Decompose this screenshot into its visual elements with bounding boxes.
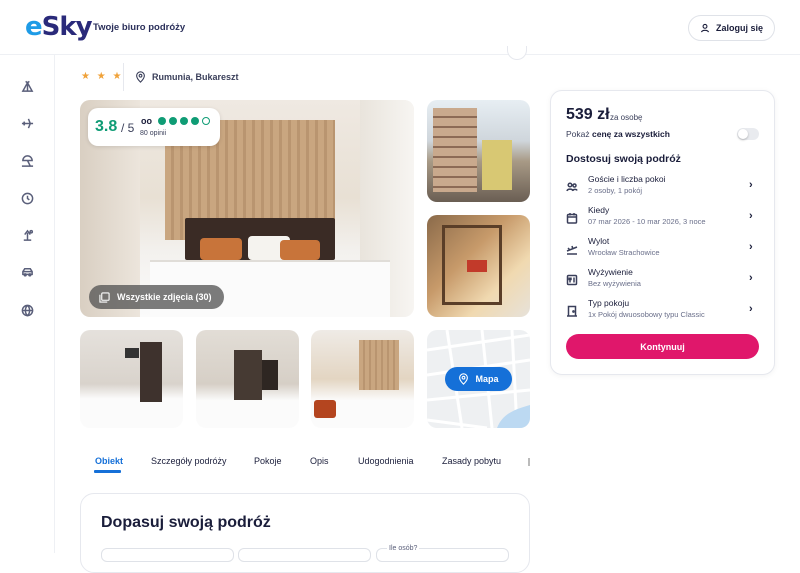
price-per-person: za osobę <box>610 113 643 122</box>
map-button[interactable]: Mapa <box>445 367 512 391</box>
plane-departure-icon <box>566 242 578 255</box>
option-value: 2 osoby, 1 pokój <box>588 186 643 195</box>
rating-dot <box>180 117 188 125</box>
plane-icon[interactable] <box>20 116 35 131</box>
active-tab-indicator <box>94 470 121 473</box>
photo-detail <box>433 108 477 192</box>
all-photos-label: Wszystkie zdjęcia (30) <box>117 292 212 302</box>
photos-icon <box>99 291 110 303</box>
beach-icon[interactable] <box>20 153 35 168</box>
rating-dot <box>202 117 210 125</box>
price: 539 zł <box>566 106 610 123</box>
rating-card[interactable]: 3.8 / 5 oo 80 opinii <box>88 108 220 146</box>
tripadvisor-icon: oo <box>141 116 152 126</box>
photo-detail <box>140 342 162 402</box>
meals-icon <box>566 273 578 286</box>
chevron-right-icon: › <box>749 210 753 222</box>
door-icon <box>566 304 578 317</box>
photo-detail <box>262 360 278 390</box>
adjust-input-2[interactable] <box>238 548 371 562</box>
option-dates[interactable]: Kiedy 07 mar 2026 - 10 mar 2026, 3 noce … <box>560 205 765 233</box>
room-photo-3[interactable] <box>311 330 414 428</box>
option-guests-rooms[interactable]: Goście i liczba pokoi 2 osoby, 1 pokój › <box>560 174 765 202</box>
chevron-right-icon: › <box>749 272 753 284</box>
continue-button[interactable]: Kontynuuj <box>566 334 759 359</box>
tent-icon[interactable] <box>20 79 35 94</box>
all-photos-button[interactable]: Wszystkie zdjęcia (30) <box>89 285 224 309</box>
rating-score: 3.8 <box>95 118 118 135</box>
photo-detail <box>125 348 139 358</box>
tab-zasady-pobytu[interactable]: Zasady pobytu <box>442 456 501 466</box>
photo-detail <box>467 260 487 272</box>
calendar-icon <box>566 211 578 224</box>
photo-detail <box>482 140 512 190</box>
option-value: Bez wyżywienia <box>588 279 641 288</box>
persons-label: Ile osób? <box>387 545 420 552</box>
scroll-up-handle[interactable] <box>507 46 527 60</box>
option-room-type[interactable]: Typ pokoju 1x Pokój dwuosobowy typu Clas… <box>560 298 765 326</box>
rating-max: / 5 <box>121 121 135 135</box>
map-label: Mapa <box>475 374 499 384</box>
rating-dots <box>158 117 210 125</box>
clock-icon[interactable] <box>20 191 35 206</box>
total-price-toggle[interactable] <box>737 128 759 140</box>
rating-dot <box>158 117 166 125</box>
guests-icon <box>566 180 578 192</box>
option-title: Kiedy <box>588 205 610 215</box>
option-meals[interactable]: Wyżywienie Bez wyżywienia › <box>560 267 765 295</box>
login-button[interactable]: Zaloguj się <box>688 15 775 41</box>
tabs-overflow-indicator <box>528 458 530 466</box>
option-value: 1x Pokój dwuosobowy typu Classic <box>588 310 705 319</box>
photo-detail <box>234 350 262 400</box>
hotel-restaurant-photo[interactable] <box>427 215 530 317</box>
option-title: Wylot <box>588 236 610 246</box>
toggle-knob <box>738 129 748 139</box>
option-title: Goście i liczba pokoi <box>588 174 666 184</box>
customize-trip-title: Dostosuj swoją podróż <box>566 153 681 165</box>
globe-icon[interactable] <box>20 303 35 318</box>
tab-pokoje[interactable]: Pokoje <box>254 456 282 466</box>
option-title: Wyżywienie <box>588 267 633 277</box>
vacation-icon[interactable] <box>20 228 35 243</box>
location-label: Rumunia, Bukareszt <box>152 72 239 82</box>
tagline: Twoje biuro podróży <box>93 22 186 33</box>
photo-detail <box>359 340 399 390</box>
adjust-input-1[interactable] <box>101 548 234 562</box>
car-icon[interactable] <box>20 265 35 280</box>
adjust-trip-title: Dopasuj swoją podróż <box>101 514 271 531</box>
location-pin-icon <box>459 373 469 385</box>
rating-dot <box>169 117 177 125</box>
tab-obiekt[interactable]: Obiekt <box>95 456 123 466</box>
section-tabs: Obiekt Szczegóły podróży Pokoje Opis Udo… <box>80 450 530 480</box>
photo-detail <box>280 240 320 260</box>
login-label: Zaloguj się <box>715 23 763 33</box>
location-pin-icon <box>136 71 145 83</box>
divider <box>123 63 124 91</box>
option-value: 07 mar 2026 - 10 mar 2026, 3 noce <box>588 217 706 226</box>
rating-dot <box>191 117 199 125</box>
tab-opis[interactable]: Opis <box>310 456 329 466</box>
user-icon <box>700 23 710 33</box>
hotel-stars: ★ ★ ★ <box>81 71 124 82</box>
option-title: Typ pokoju <box>588 298 630 308</box>
chevron-right-icon: › <box>749 179 753 191</box>
esky-logo[interactable]: eSky <box>25 12 93 42</box>
show-total-price-label: Pokaż cenę za wszystkich <box>566 129 670 139</box>
room-photo-1[interactable] <box>80 330 183 428</box>
room-photo-2[interactable] <box>196 330 299 428</box>
chevron-right-icon: › <box>749 241 753 253</box>
hotel-location[interactable]: Rumunia, Bukareszt <box>135 71 239 83</box>
photo-detail <box>314 400 336 418</box>
sidebar <box>0 55 55 553</box>
hotel-exterior-photo[interactable] <box>427 100 530 202</box>
tab-szczegoly-podrozy[interactable]: Szczegóły podróży <box>151 456 227 466</box>
top-header: eSky Twoje biuro podróży Zaloguj się <box>0 0 800 55</box>
tab-udogodnienia[interactable]: Udogodnienia <box>358 456 414 466</box>
photo-detail <box>200 238 242 260</box>
chevron-right-icon: › <box>749 303 753 315</box>
option-departure[interactable]: Wylot Wrocław Strachowice › <box>560 236 765 264</box>
option-value: Wrocław Strachowice <box>588 248 660 257</box>
reviews-count: 80 opinii <box>140 130 167 137</box>
